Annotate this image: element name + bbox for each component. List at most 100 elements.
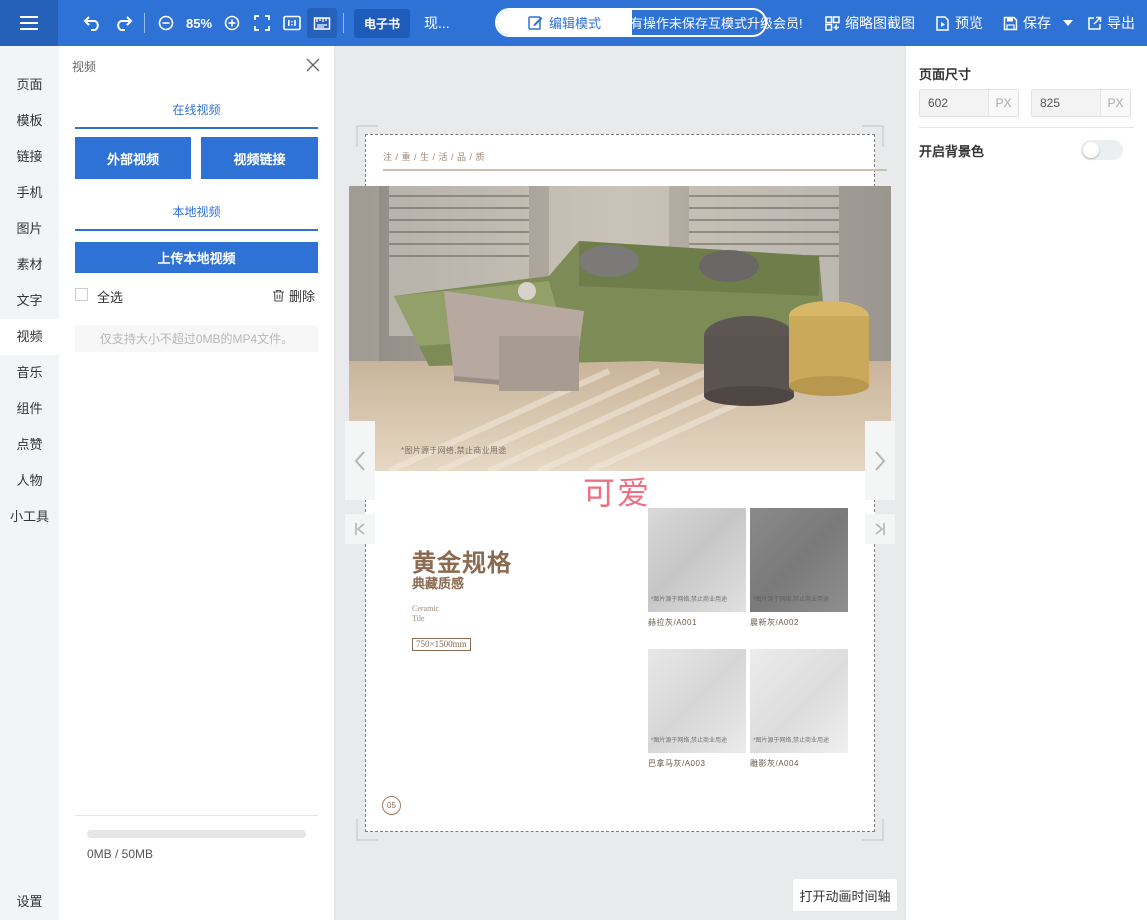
zoom-in-icon [224,15,240,31]
tile-image[interactable]: *图片源于网络,禁止商业用途 [750,508,848,612]
edit-icon [528,16,543,30]
external-video-button[interactable]: 外部视频 [75,137,191,179]
storage-usage: 0MB / 50MB [87,847,154,861]
save-options-dropdown[interactable] [1063,20,1073,26]
sidebar-item[interactable]: 页面 [0,67,59,103]
actual-size-button[interactable] [277,8,307,38]
page-number[interactable]: 05 [382,796,401,815]
first-page-button[interactable] [345,514,375,544]
menu-button[interactable] [0,0,58,46]
local-video-section: 本地视频 [75,203,318,231]
preview-label: 预览 [955,15,983,31]
sidebar-nav-list: 页面 模板 链接 手机 图片 素材 文字 视频 音乐 组件 点赞 人物 小工具 [0,67,59,535]
tile-image[interactable]: *图片源于网络,禁止商业用途 [648,508,746,612]
tile-note: *图片源于网络,禁止商业用途 [753,597,830,603]
tile-label[interactable]: 巴拿马灰/A003 [648,758,705,769]
photo-copyright-note: *图片源于网络,禁止商业用途 [401,446,507,455]
living-room-photo[interactable]: *图片源于网络,禁止商业用途 [349,186,891,471]
document-name[interactable]: 现... [424,13,474,33]
ebook-page[interactable]: 注 / 重 / 生 / 活 / 品 / 质 *图片源于网络,禁止商业用途 可爱 … [349,134,891,832]
first-page-icon [355,523,365,535]
export-label: 导出 [1107,15,1135,31]
page-width-value[interactable]: 602 [920,90,988,116]
tile-label[interactable]: 雕影灰/A004 [750,758,799,769]
panel-title: 视频 [72,60,97,74]
zoom-in-button[interactable] [217,8,247,38]
trash-icon [273,289,284,302]
page-height-value[interactable]: 825 [1032,90,1100,116]
sidebar-item[interactable]: 图片 [0,211,59,247]
select-all-checkbox[interactable] [75,288,88,301]
ruler-button[interactable] [307,8,337,38]
panel-divider [75,815,318,816]
sidebar-item[interactable]: 文字 [0,283,59,319]
upload-local-video-button[interactable]: 上传本地视频 [75,242,318,273]
preview-icon [936,15,949,31]
left-sidebar: 页面 模板 链接 手机 图片 素材 文字 视频 音乐 组件 点赞 人物 小工具 设置 [0,46,59,920]
tile-image[interactable]: *图片源于网络,禁止商业用途 [648,649,746,753]
sidebar-item[interactable]: 人物 [0,463,59,499]
sidebar-item[interactable]: 组件 [0,391,59,427]
page-subheading[interactable]: 典藏质感 [412,573,464,592]
sidebar-item[interactable]: 点赞 [0,427,59,463]
save-button[interactable]: 保存 [1003,13,1051,33]
sidebar-item[interactable]: 小工具 [0,499,59,535]
undo-icon [83,16,99,31]
unsaved-notice: 有操作未保存互模式升级会员! [630,16,803,31]
tile-note: *图片源于网络,禁止商业用途 [651,597,728,603]
last-page-icon [875,523,885,535]
tile-label[interactable]: 晨新灰/A002 [750,617,799,628]
fullscreen-icon [254,15,270,31]
sidebar-item[interactable]: 手机 [0,175,59,211]
ebook-tag[interactable]: 电子书 [354,8,411,38]
close-panel-button[interactable] [305,57,321,73]
video-link-button[interactable]: 视频链接 [201,137,318,179]
zoom-out-button[interactable] [151,8,181,38]
sidebar-item[interactable]: 音乐 [0,355,59,391]
chevron-right-icon [875,450,886,471]
panel-divider [919,127,1134,128]
caret-down-icon [1063,20,1073,26]
zoom-level: 85% [185,15,213,31]
english-caption[interactable]: Ceramic Tile [412,604,439,624]
sidebar-item[interactable]: 链接 [0,139,59,175]
sidebar-item[interactable]: 视频 [0,319,59,355]
width-unit: PX [988,90,1018,116]
editor-canvas[interactable]: 注 / 重 / 生 / 活 / 品 / 质 *图片源于网络,禁止商业用途 可爱 … [335,46,905,920]
next-page-button[interactable] [865,421,895,500]
tile-image[interactable]: *图片源于网络,禁止商业用途 [750,649,848,753]
prev-page-button[interactable] [345,421,375,500]
redo-button[interactable] [108,8,138,38]
edit-mode-tab[interactable]: 编辑模式 [497,10,632,35]
tile-size-label[interactable]: 750×1500mm [412,638,471,651]
page-height-field[interactable]: 825 PX [1031,89,1131,117]
sidebar-item[interactable]: 模板 [0,103,59,139]
sidebar-item-settings[interactable]: 设置 [0,884,59,920]
export-icon [1088,16,1102,30]
screenshot-label: 缩略图截图 [845,15,915,31]
tile-label[interactable]: 赫拉灰/A001 [648,617,697,628]
last-page-button[interactable] [865,514,895,544]
page-width-field[interactable]: 602 PX [919,89,1019,117]
export-button[interactable]: 导出 [1087,13,1135,33]
close-icon [306,58,320,72]
page-tagline[interactable]: 注 / 重 / 生 / 活 / 品 / 质 [383,150,485,163]
english-line-2: Tile [412,614,425,623]
preview-button[interactable]: 预览 [935,13,983,33]
sidebar-item[interactable]: 素材 [0,247,59,283]
bg-color-toggle[interactable] [1081,140,1123,160]
properties-panel: 页面尺寸 602 PX 825 PX 开启背景色 [905,46,1147,920]
select-all-label[interactable]: 全选 [97,287,123,306]
top-toolbar: 85% 电子书 现... 编辑模式 有操作未保存互模式升级会员! 缩略图截图 预… [0,0,1147,46]
fit-screen-button[interactable] [247,8,277,38]
page-size-title: 页面尺寸 [919,67,972,82]
screenshot-button[interactable]: 缩略图截图 [825,13,915,33]
decorative-text[interactable]: 可爱 [583,468,651,514]
storage-progress-bar [87,830,306,838]
delete-button[interactable]: 删除 [272,286,315,305]
one-to-one-icon [283,15,301,31]
thumbnail-icon [825,15,840,31]
online-video-section: 在线视频 [75,101,318,129]
undo-button[interactable] [78,8,108,38]
animation-timeline-button[interactable]: 打开动画时间轴 [793,879,897,911]
